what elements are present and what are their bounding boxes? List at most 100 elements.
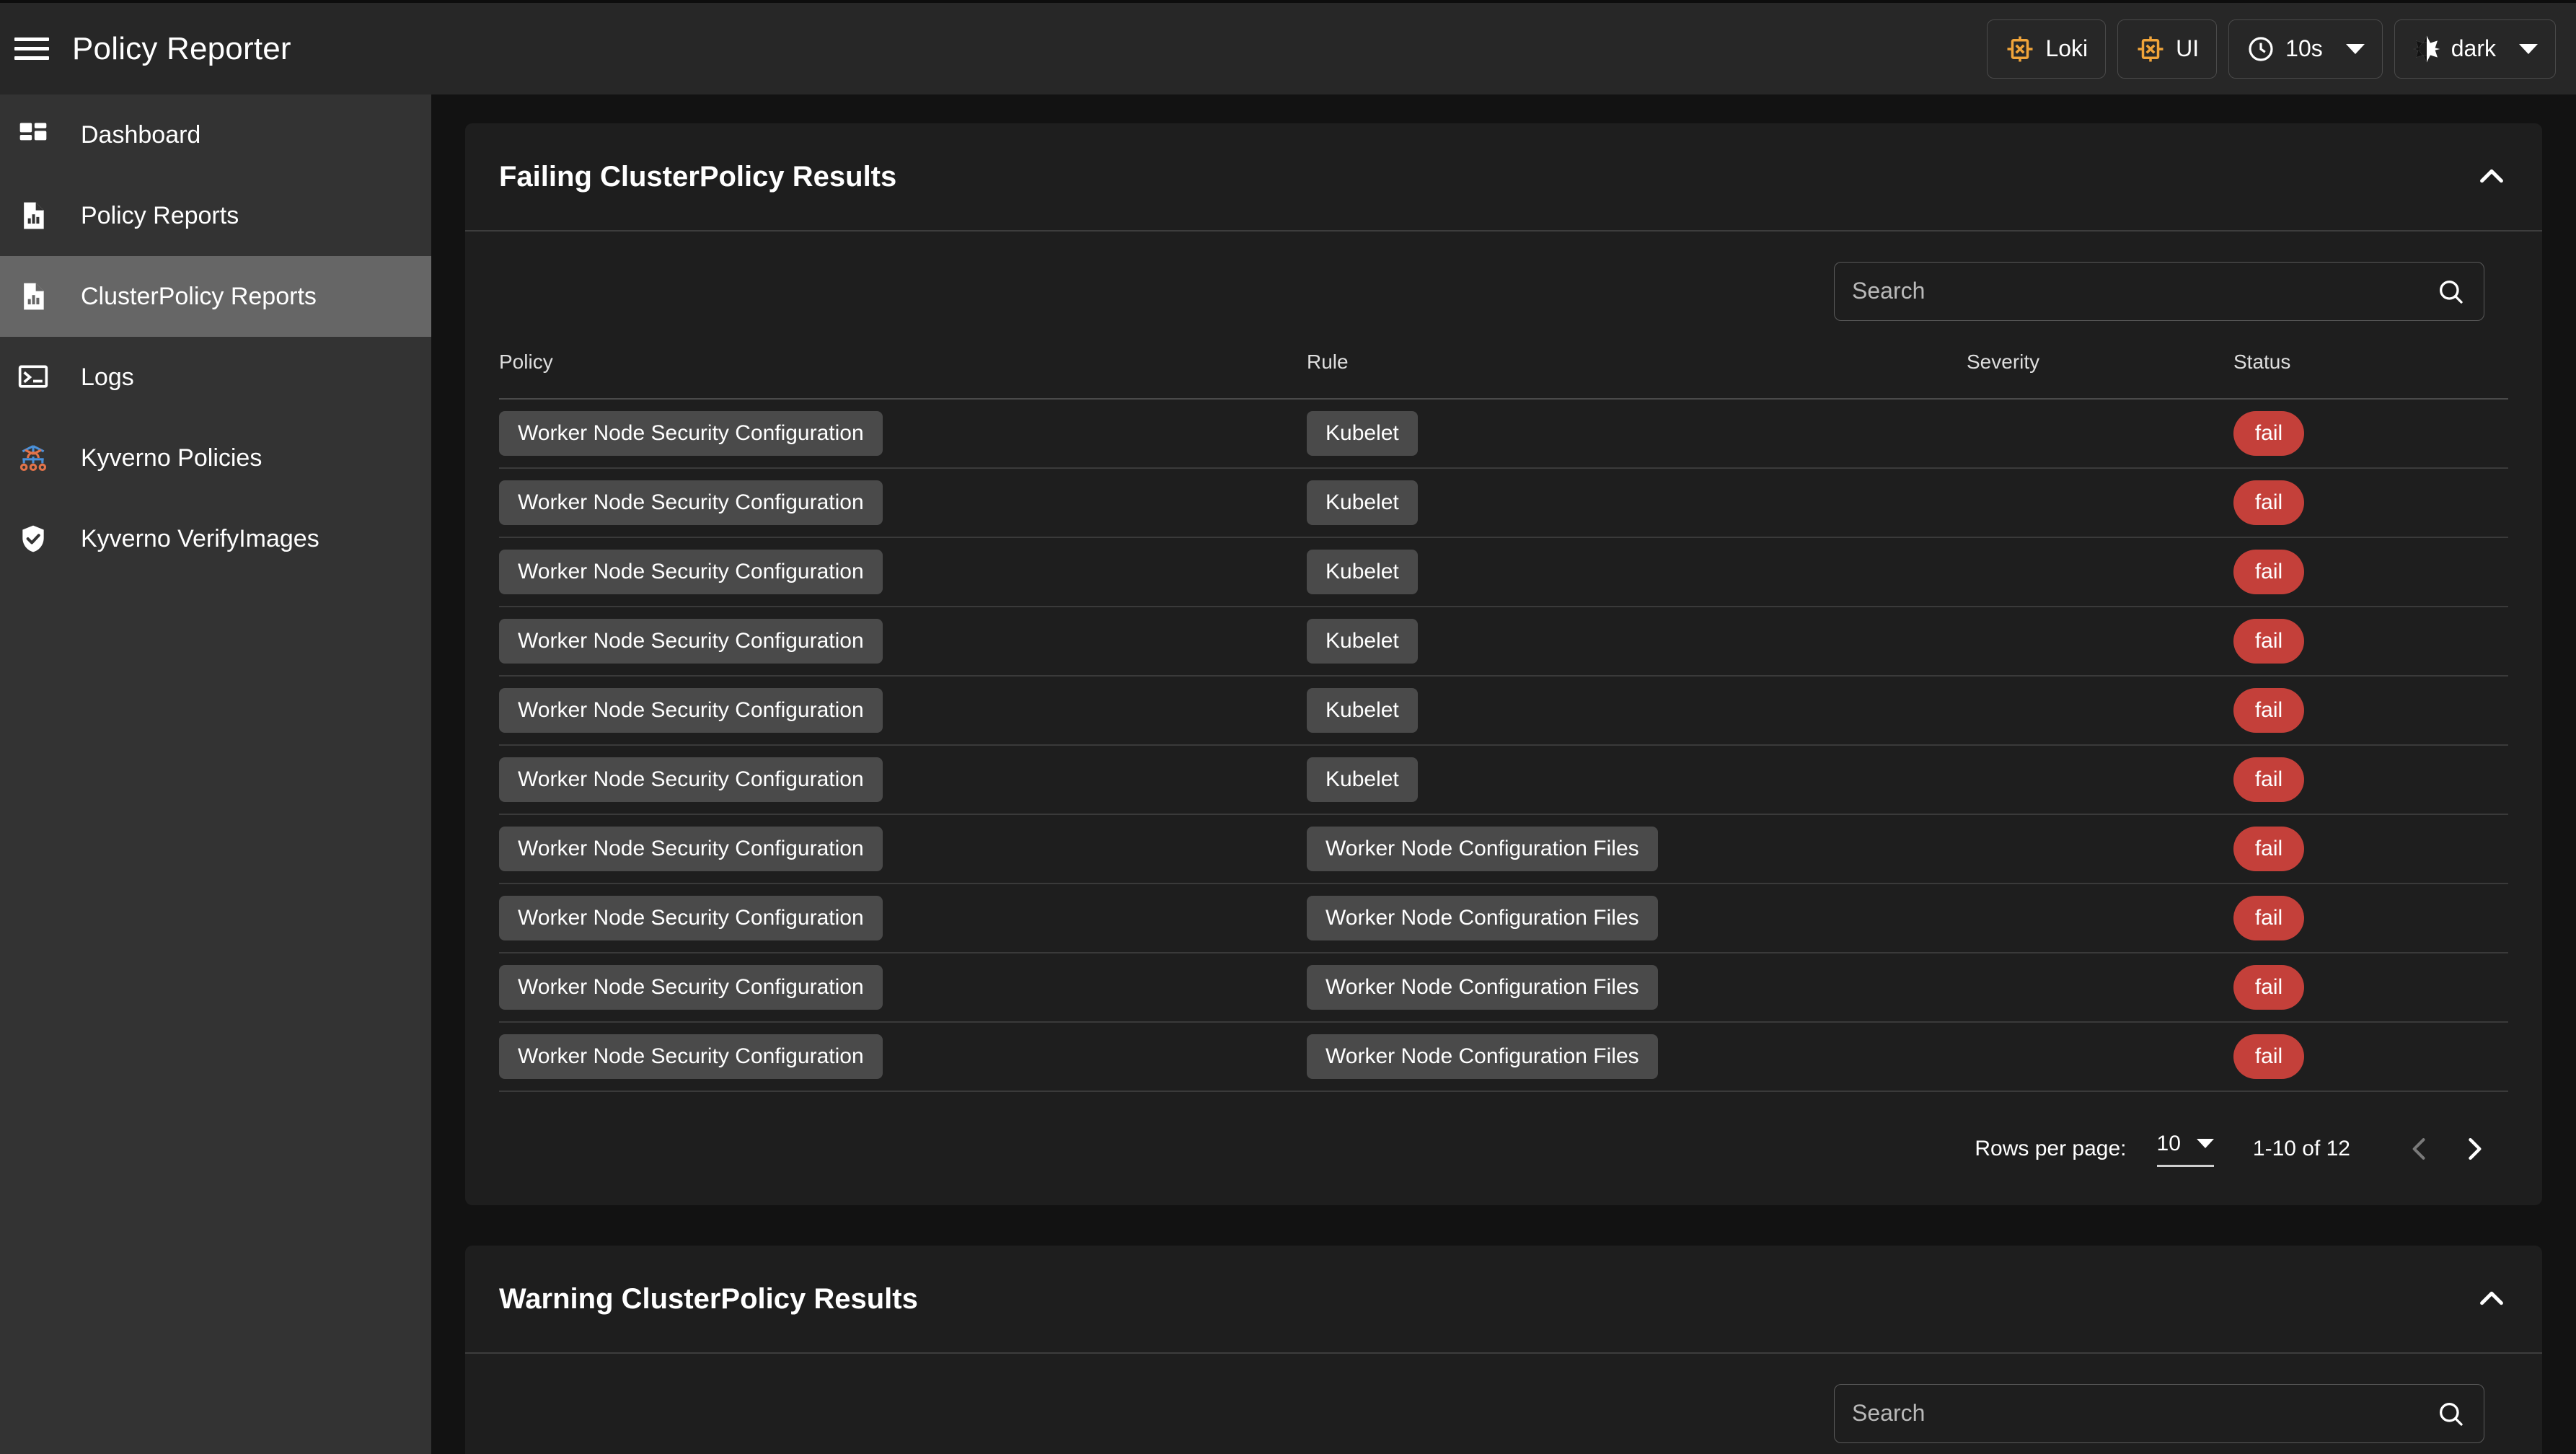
sidebar-item-label: Logs (81, 363, 134, 391)
plugin-icon (2005, 34, 2035, 64)
table-container: Policy Rule Severity Status Worker Node … (465, 351, 2542, 1092)
table-head: Policy Rule Severity Status (499, 351, 2508, 400)
table-row: Worker Node Security Configuration Kubele… (499, 745, 2508, 815)
policy-chip[interactable]: Worker Node Security Configuration (499, 550, 883, 594)
sidebar-item-kyverno-verifyimages[interactable]: Kyverno VerifyImages (0, 498, 431, 579)
rule-chip[interactable]: Kubelet (1307, 688, 1418, 733)
policy-chip[interactable]: Worker Node Security Configuration (499, 688, 883, 733)
cell-status: fail (2233, 468, 2508, 538)
page-title: Failing ClusterPolicy Results (499, 160, 897, 193)
policy-chip[interactable]: Worker Node Security Configuration (499, 965, 883, 1010)
table-toolbar (465, 1354, 2542, 1454)
search-icon[interactable] (2436, 1399, 2465, 1428)
cell-status: fail (2233, 537, 2508, 607)
search-input[interactable] (1852, 1400, 2436, 1427)
rule-chip[interactable]: Worker Node Configuration Files (1307, 1034, 1658, 1079)
table-header-row: Policy Rule Severity Status (499, 351, 2508, 400)
previous-page-button[interactable] (2392, 1122, 2447, 1176)
cell-policy: Worker Node Security Configuration (499, 537, 1307, 607)
hamburger-menu-icon[interactable] (14, 36, 49, 62)
search-box[interactable] (1834, 261, 2484, 321)
theme-select[interactable]: dark (2394, 19, 2556, 79)
rule-chip[interactable]: Kubelet (1307, 550, 1418, 594)
rule-chip[interactable]: Kubelet (1307, 619, 1418, 664)
card-header: Failing ClusterPolicy Results (465, 123, 2542, 232)
cell-rule: Kubelet (1307, 607, 1967, 677)
cell-severity (1967, 814, 2233, 884)
rule-chip[interactable]: Kubelet (1307, 757, 1418, 802)
app-header: Policy Reporter Loki UI 10s dark (0, 0, 2576, 94)
rule-chip[interactable]: Worker Node Configuration Files (1307, 827, 1658, 871)
sidebar-item-logs[interactable]: Logs (0, 337, 431, 418)
search-icon[interactable] (2436, 277, 2465, 306)
status-badge: fail (2233, 827, 2304, 871)
next-page-button[interactable] (2447, 1122, 2502, 1176)
theme-contrast-icon (2412, 35, 2441, 63)
policy-chip[interactable]: Worker Node Security Configuration (499, 827, 883, 871)
cell-severity (1967, 953, 2233, 1023)
table-row: Worker Node Security Configuration Kubele… (499, 399, 2508, 469)
policy-chip[interactable]: Worker Node Security Configuration (499, 757, 883, 802)
policy-chip[interactable]: Worker Node Security Configuration (499, 411, 883, 456)
table-row: Worker Node Security Configuration Worker… (499, 953, 2508, 1023)
ui-plugin-button[interactable]: UI (2117, 19, 2218, 79)
cell-policy: Worker Node Security Configuration (499, 814, 1307, 884)
theme-value: dark (2451, 35, 2496, 61)
cell-rule: Worker Node Configuration Files (1307, 884, 1967, 953)
rule-chip[interactable]: Worker Node Configuration Files (1307, 965, 1658, 1010)
search-box[interactable] (1834, 1383, 2484, 1443)
sidebar-item-label: ClusterPolicy Reports (81, 282, 317, 310)
cell-policy: Worker Node Security Configuration (499, 1022, 1307, 1092)
cell-policy: Worker Node Security Configuration (499, 953, 1307, 1023)
status-badge: fail (2233, 411, 2304, 456)
rule-chip[interactable]: Kubelet (1307, 411, 1418, 456)
sidebar-item-label: Kyverno Policies (81, 444, 263, 472)
hamburger-bar (14, 56, 49, 60)
cell-status: fail (2233, 676, 2508, 746)
status-badge: fail (2233, 550, 2304, 594)
dashboard-icon (13, 115, 53, 155)
report-document-icon (13, 276, 53, 317)
rows-per-page-select[interactable]: 10 (2156, 1131, 2214, 1167)
table-row: Worker Node Security Configuration Kubele… (499, 607, 2508, 677)
sidebar: Dashboard Policy Reports ClusterPolicy R (0, 94, 431, 1454)
cell-policy: Worker Node Security Configuration (499, 399, 1307, 469)
cell-severity (1967, 884, 2233, 953)
cell-severity (1967, 537, 2233, 607)
terminal-icon (13, 357, 53, 397)
policy-chip[interactable]: Worker Node Security Configuration (499, 619, 883, 664)
refresh-interval-select[interactable]: 10s (2228, 19, 2383, 79)
cell-policy: Worker Node Security Configuration (499, 607, 1307, 677)
status-badge: fail (2233, 1034, 2304, 1079)
sidebar-item-dashboard[interactable]: Dashboard (0, 94, 431, 175)
failing-clusterpolicy-results-card: Failing ClusterPolicy Results P (465, 123, 2542, 1205)
cell-rule: Kubelet (1307, 468, 1967, 538)
policy-chip[interactable]: Worker Node Security Configuration (499, 1034, 883, 1079)
pagination-range: 1-10 of 12 (2252, 1137, 2350, 1160)
sidebar-item-clusterpolicy-reports[interactable]: ClusterPolicy Reports (0, 256, 431, 337)
chevron-up-icon[interactable] (2475, 160, 2508, 193)
policy-chip[interactable]: Worker Node Security Configuration (499, 896, 883, 940)
cell-policy: Worker Node Security Configuration (499, 884, 1307, 953)
cell-policy: Worker Node Security Configuration (499, 745, 1307, 815)
status-badge: fail (2233, 965, 2304, 1010)
cell-severity (1967, 399, 2233, 469)
loki-plugin-button[interactable]: Loki (1987, 19, 2107, 79)
sidebar-item-policy-reports[interactable]: Policy Reports (0, 175, 431, 256)
hamburger-bar (14, 38, 49, 41)
main-content: Failing ClusterPolicy Results P (431, 94, 2576, 1454)
sidebar-item-label: Kyverno VerifyImages (81, 524, 319, 552)
status-badge: fail (2233, 896, 2304, 940)
hamburger-bar (14, 47, 49, 50)
chevron-up-icon[interactable] (2475, 1282, 2508, 1316)
sidebar-item-kyverno-policies[interactable]: Kyverno Policies (0, 418, 431, 498)
cell-rule: Kubelet (1307, 537, 1967, 607)
rule-chip[interactable]: Kubelet (1307, 480, 1418, 525)
shield-check-icon (13, 519, 53, 559)
search-input[interactable] (1852, 278, 2436, 304)
column-header-policy: Policy (499, 351, 1307, 400)
rule-chip[interactable]: Worker Node Configuration Files (1307, 896, 1658, 940)
policy-chip[interactable]: Worker Node Security Configuration (499, 480, 883, 525)
chevron-down-icon (2196, 1139, 2214, 1148)
rows-per-page-value: 10 (2156, 1131, 2181, 1155)
